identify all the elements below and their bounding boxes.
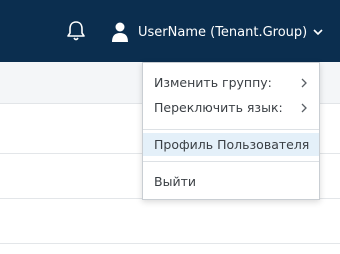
menu-item-label: Переключить язык: (154, 100, 283, 115)
menu-divider (143, 161, 319, 162)
user-icon (112, 22, 128, 42)
menu-item-label: Выйти (154, 174, 196, 189)
username-label: UserName (Tenant.Group) (138, 24, 308, 40)
menu-item-user-profile[interactable]: Профиль Пользователя (143, 133, 319, 156)
chevron-down-icon (313, 29, 323, 36)
user-menu-toggle[interactable]: UserName (Tenant.Group) (110, 18, 323, 46)
menu-item-label: Изменить группу: (154, 75, 272, 90)
chevron-right-icon (301, 103, 307, 113)
bell-icon[interactable] (66, 20, 86, 42)
menu-item-label: Профиль Пользователя (154, 137, 310, 152)
top-bar: UserName (Tenant.Group) (0, 0, 340, 62)
row-divider (0, 243, 340, 244)
menu-item-logout[interactable]: Выйти (143, 170, 319, 193)
chevron-right-icon (301, 78, 307, 88)
menu-item-change-group[interactable]: Изменить группу: (143, 71, 319, 94)
user-dropdown-menu: Изменить группу: Переключить язык: Профи… (142, 62, 320, 200)
menu-divider (143, 129, 319, 130)
menu-item-switch-language[interactable]: Переключить язык: (143, 96, 319, 119)
